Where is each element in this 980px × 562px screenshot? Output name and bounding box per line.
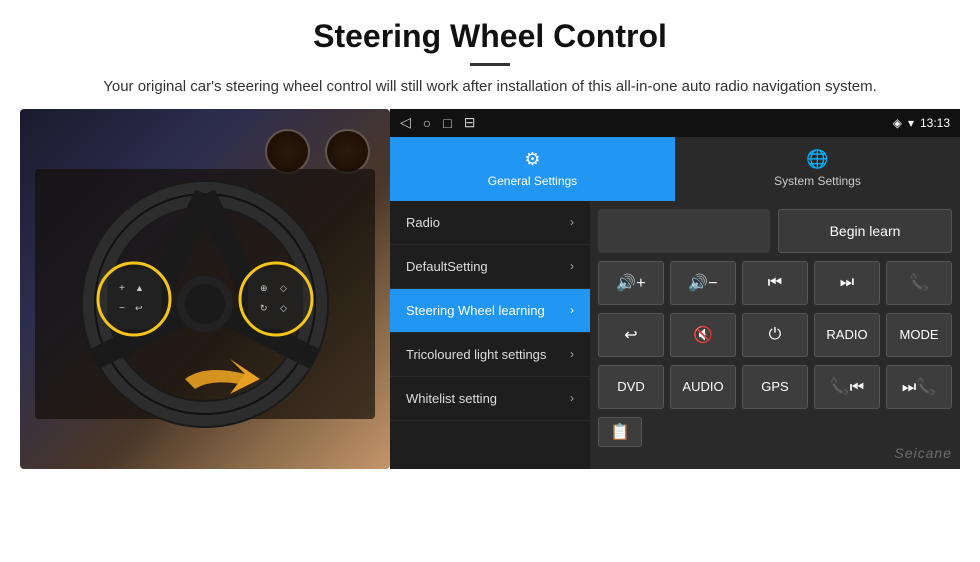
chevron-icon-whitelist: › — [570, 391, 574, 405]
begin-learn-button[interactable]: Begin learn — [778, 209, 952, 253]
prev-track-button[interactable]: ⏮ — [742, 261, 808, 305]
tab-system[interactable]: 🌐 System Settings — [675, 137, 960, 201]
begin-learn-row: Begin learn — [598, 209, 952, 253]
end-call-button[interactable]: ↩ — [598, 313, 664, 357]
status-bar-nav: ◁ ○ □ ⊟ — [400, 114, 475, 131]
dvd-button[interactable]: DVD — [598, 365, 664, 409]
mode-label: MODE — [900, 327, 939, 342]
radio-label: RADIO — [826, 327, 867, 342]
svg-text:▲: ▲ — [135, 283, 144, 293]
svg-text:−: − — [119, 303, 125, 314]
call-button[interactable]: 📞 — [886, 261, 952, 305]
wifi-icon: ▾ — [908, 116, 914, 130]
chevron-icon-radio: › — [570, 215, 574, 229]
svg-text:+: + — [119, 283, 125, 294]
title-divider — [470, 63, 510, 66]
left-menu: Radio › DefaultSetting › Steering Wheel … — [390, 201, 590, 469]
vol-up-icon: 🔊+ — [616, 273, 645, 293]
car-image: + ▲ − ↩ ⊕ ◇ ↻ ◇ — [20, 109, 390, 469]
top-tabs: ⚙ General Settings 🌐 System Settings — [390, 137, 960, 201]
menu-whitelist-label: Whitelist setting — [406, 391, 570, 406]
car-background: + ▲ − ↩ ⊕ ◇ ↻ ◇ — [20, 109, 390, 469]
svg-text:◇: ◇ — [280, 303, 287, 313]
menu-default-label: DefaultSetting — [406, 259, 570, 274]
gear-icon: ⚙ — [524, 149, 540, 170]
globe-icon: 🌐 — [806, 149, 828, 170]
audio-label: AUDIO — [682, 379, 723, 394]
gps-label: GPS — [761, 379, 788, 394]
vol-down-button[interactable]: 🔊− — [670, 261, 736, 305]
svg-text:↻: ↻ — [260, 303, 268, 313]
next-track-icon: ⏭ — [840, 274, 854, 292]
time-display: 13:13 — [920, 116, 950, 130]
content-area: + ▲ − ↩ ⊕ ◇ ↻ ◇ — [0, 109, 980, 469]
power-button[interactable]: ⏻ — [742, 313, 808, 357]
file-button[interactable]: 📋 — [598, 417, 642, 447]
phone-prev-icon: 📞⏮ — [830, 377, 864, 397]
right-panel: Begin learn 🔊+ 🔊− ⏮ ⏭ — [590, 201, 960, 469]
phone-next-button[interactable]: ⏭📞 — [886, 365, 952, 409]
audio-button[interactable]: AUDIO — [670, 365, 736, 409]
location-icon: ◈ — [893, 116, 902, 130]
status-bar-info: ◈ ▾ 13:13 — [893, 116, 950, 130]
gps-button[interactable]: GPS — [742, 365, 808, 409]
prev-track-icon: ⏮ — [768, 274, 782, 292]
tab-general[interactable]: ⚙ General Settings — [390, 137, 675, 201]
chevron-icon-tricoloured: › — [570, 347, 574, 361]
vol-up-button[interactable]: 🔊+ — [598, 261, 664, 305]
mode-button[interactable]: MODE — [886, 313, 952, 357]
button-row-4: 📋 — [598, 417, 952, 447]
next-track-button[interactable]: ⏭ — [814, 261, 880, 305]
vol-down-icon: 🔊− — [688, 273, 717, 293]
tab-system-label: System Settings — [774, 174, 861, 188]
steering-wheel-svg: + ▲ − ↩ ⊕ ◇ ↻ ◇ — [35, 139, 375, 439]
chevron-icon-default: › — [570, 259, 574, 273]
nav-back-icon[interactable]: ◁ — [400, 114, 411, 131]
power-icon: ⏻ — [769, 326, 782, 344]
file-icon: 📋 — [610, 422, 630, 442]
page-subtitle: Your original car's steering wheel contr… — [60, 76, 920, 99]
menu-item-radio[interactable]: Radio › — [390, 201, 590, 245]
page-header: Steering Wheel Control Your original car… — [0, 0, 980, 109]
tab-general-label: General Settings — [488, 174, 577, 188]
nav-menu-icon[interactable]: ⊟ — [464, 114, 476, 131]
menu-item-tricoloured[interactable]: Tricoloured light settings › — [390, 333, 590, 377]
radio-button[interactable]: RADIO — [814, 313, 880, 357]
menu-item-default[interactable]: DefaultSetting › — [390, 245, 590, 289]
empty-field — [598, 209, 770, 253]
button-row-2: ↩ 🔇 ⏻ RADIO MODE — [598, 313, 952, 357]
phone-next-icon: ⏭📞 — [902, 377, 936, 397]
dvd-label: DVD — [617, 379, 644, 394]
svg-text:◇: ◇ — [280, 283, 287, 293]
menu-tricoloured-label: Tricoloured light settings — [406, 347, 570, 362]
menu-item-steering[interactable]: Steering Wheel learning › — [390, 289, 590, 333]
menu-radio-label: Radio — [406, 215, 570, 230]
end-call-icon: ↩ — [624, 325, 637, 345]
phone-icon: 📞 — [909, 273, 929, 293]
button-row-3: DVD AUDIO GPS 📞⏮ ⏭📞 — [598, 365, 952, 409]
mute-icon: 🔇 — [693, 325, 713, 345]
watermark: Seicane — [894, 445, 952, 461]
menu-item-whitelist[interactable]: Whitelist setting › — [390, 377, 590, 421]
main-content: Radio › DefaultSetting › Steering Wheel … — [390, 201, 960, 469]
menu-steering-label: Steering Wheel learning — [406, 303, 570, 318]
svg-text:↩: ↩ — [135, 303, 143, 313]
nav-home-icon[interactable]: ○ — [423, 115, 431, 131]
svg-text:⊕: ⊕ — [260, 283, 268, 293]
button-row-1: 🔊+ 🔊− ⏮ ⏭ 📞 — [598, 261, 952, 305]
status-bar: ◁ ○ □ ⊟ ◈ ▾ 13:13 — [390, 109, 960, 137]
chevron-icon-steering: › — [570, 303, 574, 317]
phone-prev-button[interactable]: 📞⏮ — [814, 365, 880, 409]
nav-recent-icon[interactable]: □ — [443, 115, 451, 131]
mute-button[interactable]: 🔇 — [670, 313, 736, 357]
android-ui: ◁ ○ □ ⊟ ◈ ▾ 13:13 ⚙ General Settings 🌐 S… — [390, 109, 960, 469]
page-title: Steering Wheel Control — [60, 18, 920, 55]
